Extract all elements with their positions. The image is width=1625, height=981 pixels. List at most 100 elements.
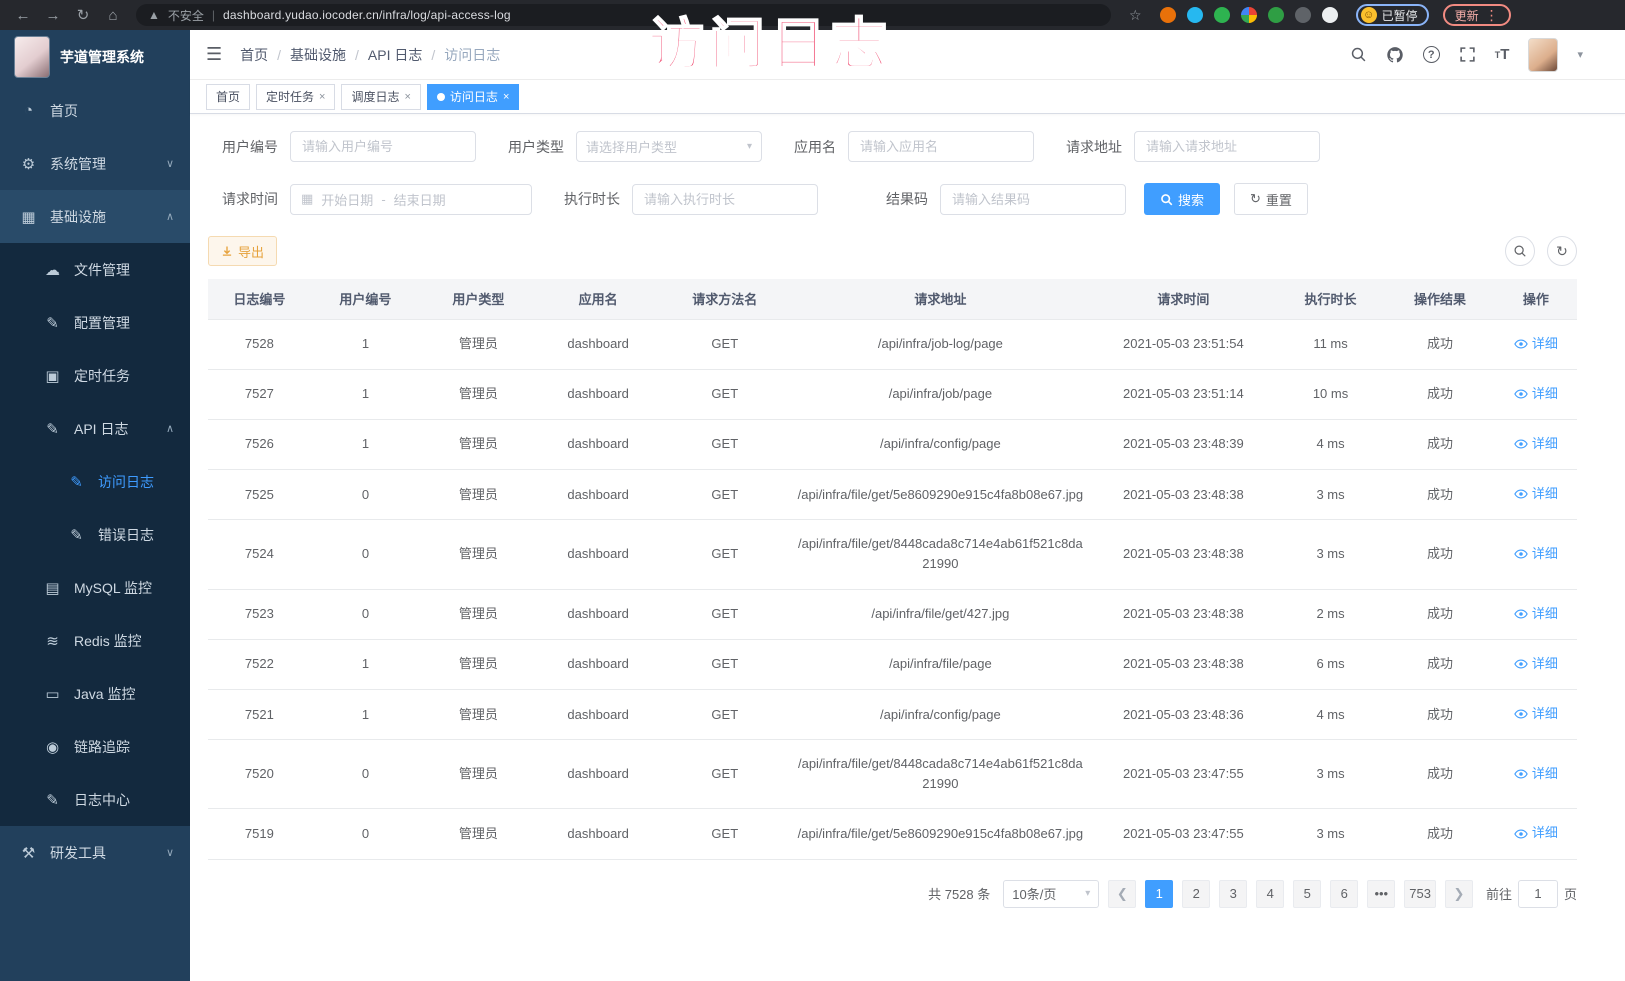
browser-menu-icon[interactable]: ⋮ (1485, 7, 1499, 24)
page-button[interactable]: 1 (1145, 880, 1173, 908)
tab-item[interactable]: 调度日志× (341, 84, 420, 110)
forward-icon[interactable]: → (40, 7, 66, 24)
java-icon: ▭ (44, 685, 61, 703)
sidebar-item-access-log[interactable]: ✎访问日志 (0, 455, 190, 508)
user-id-input[interactable] (290, 131, 476, 162)
page-button[interactable]: 3 (1219, 880, 1247, 908)
detail-link[interactable]: 详细 (1514, 604, 1558, 624)
page-size-select[interactable]: 10条/页 ▾ (1003, 880, 1099, 908)
prev-page-button[interactable]: ❮ (1108, 880, 1136, 908)
page-ellipsis[interactable]: ••• (1367, 880, 1395, 908)
search-button[interactable]: 搜索 (1144, 183, 1220, 215)
sidebar-item-infra[interactable]: ▦基础设施∧ (0, 190, 190, 243)
address-bar[interactable]: ▲ 不安全 | dashboard.yudao.iocoder.cn/infra… (136, 4, 1111, 26)
schedule-icon: ▣ (44, 367, 61, 385)
home-icon[interactable]: ⌂ (100, 7, 126, 24)
close-icon[interactable]: × (404, 91, 410, 103)
sidebar-item-error-log[interactable]: ✎错误日志 (0, 508, 190, 561)
sidebar-item-tools[interactable]: ⚒研发工具∨ (0, 826, 190, 879)
cell-result: 成功 (1385, 740, 1495, 809)
reset-button[interactable]: ↻ 重置 (1234, 183, 1308, 215)
sidebar-item-edit[interactable]: ✎配置管理 (0, 296, 190, 349)
detail-link[interactable]: 详细 (1514, 764, 1558, 784)
github-icon[interactable] (1386, 46, 1404, 64)
cell-time: 2021-05-03 23:48:39 (1091, 419, 1276, 469)
detail-link[interactable]: 详细 (1514, 823, 1558, 843)
sidebar-menu: ◔首页⚙系统管理∨▦基础设施∧☁文件管理✎配置管理▣定时任务✎API 日志∧✎访… (0, 84, 190, 879)
breadcrumb-item[interactable]: API 日志 (368, 45, 422, 65)
detail-link[interactable]: 详细 (1514, 544, 1558, 564)
cell-id: 7521 (208, 690, 311, 740)
reload-icon[interactable]: ↻ (70, 6, 96, 24)
fullscreen-icon[interactable] (1459, 46, 1476, 63)
sidebar-item-java[interactable]: ▭Java 监控 (0, 667, 190, 720)
collapse-menu-icon[interactable]: ☰ (206, 44, 222, 65)
export-button[interactable]: 导出 (208, 236, 277, 266)
cell-app: dashboard (537, 809, 660, 859)
page-button[interactable]: 5 (1293, 880, 1321, 908)
goto-page-input[interactable] (1518, 880, 1558, 908)
close-icon[interactable]: × (503, 91, 509, 103)
extension-green-check-icon[interactable] (1214, 7, 1230, 23)
help-icon[interactable]: ? (1423, 46, 1440, 63)
sidebar-item-home[interactable]: ◔首页 (0, 84, 190, 137)
result-code-input[interactable] (940, 184, 1126, 215)
breadcrumb-item[interactable]: 基础设施 (290, 45, 346, 65)
font-size-icon[interactable]: TT (1495, 46, 1510, 63)
refresh-table-icon[interactable]: ↻ (1547, 236, 1577, 266)
detail-link[interactable]: 详细 (1514, 654, 1558, 674)
bookmark-star-icon[interactable]: ☆ (1129, 7, 1142, 24)
extension-grid-icon[interactable] (1241, 7, 1257, 23)
user-type-select[interactable]: 请选择用户类型 ▾ (576, 131, 762, 162)
result-code-label: 结果码 (872, 189, 928, 209)
duration-input[interactable] (632, 184, 818, 215)
cell-duration: 4 ms (1276, 690, 1386, 740)
detail-link[interactable]: 详细 (1514, 434, 1558, 454)
user-avatar[interactable] (1528, 38, 1558, 72)
extension-orange-icon[interactable] (1160, 7, 1176, 23)
app-logo[interactable]: 芋道管理系统 (0, 30, 190, 84)
extension-star-icon[interactable] (1322, 7, 1338, 23)
page-button[interactable]: 6 (1330, 880, 1358, 908)
detail-link[interactable]: 详细 (1514, 484, 1558, 504)
cell-url: /api/infra/file/get/427.jpg (790, 589, 1091, 639)
detail-link[interactable]: 详细 (1514, 704, 1558, 724)
table-row: 75221管理员dashboardGET/api/infra/file/page… (208, 639, 1577, 689)
sidebar-item-label: 基础设施 (50, 207, 106, 227)
goto-label: 前往 (1486, 884, 1512, 903)
infra-icon: ▦ (20, 208, 37, 226)
tab-item[interactable]: 定时任务× (256, 84, 335, 110)
sidebar-item-trace-eye[interactable]: ◉链路追踪 (0, 720, 190, 773)
profile-paused-pill[interactable]: ☺ 已暂停 (1356, 4, 1429, 26)
sidebar-item-redis[interactable]: ≋Redis 监控 (0, 614, 190, 667)
search-icon[interactable] (1350, 46, 1367, 63)
browser-update-button[interactable]: 更新 ⋮ (1443, 4, 1511, 26)
sidebar-item-api-log[interactable]: ✎API 日志∧ (0, 402, 190, 455)
avatar-caret-icon[interactable]: ▾ (1577, 48, 1583, 61)
detail-link[interactable]: 详细 (1514, 384, 1558, 404)
page-button[interactable]: 4 (1256, 880, 1284, 908)
sidebar-item-cloud-upload[interactable]: ☁文件管理 (0, 243, 190, 296)
show-search-toggle-icon[interactable] (1505, 236, 1535, 266)
sidebar-item-mysql[interactable]: ▤MySQL 监控 (0, 561, 190, 614)
sidebar-item-schedule[interactable]: ▣定时任务 (0, 349, 190, 402)
request-url-input[interactable] (1134, 131, 1320, 162)
extension-shield-icon[interactable] (1187, 7, 1203, 23)
extension-dark-icon[interactable] (1295, 7, 1311, 23)
cell-method: GET (660, 690, 790, 740)
extension-translate-icon[interactable] (1268, 7, 1284, 23)
tab-item[interactable]: 首页 (206, 84, 250, 110)
tab-active[interactable]: 访问日志× (427, 84, 519, 110)
sidebar-item-gear[interactable]: ⚙系统管理∨ (0, 137, 190, 190)
cell-result: 成功 (1385, 369, 1495, 419)
sidebar-item-log-center[interactable]: ✎日志中心 (0, 773, 190, 826)
page-button[interactable]: 753 (1404, 880, 1436, 908)
back-icon[interactable]: ← (10, 7, 36, 24)
next-page-button[interactable]: ❯ (1445, 880, 1473, 908)
detail-link[interactable]: 详细 (1514, 334, 1558, 354)
app-name-input[interactable] (848, 131, 1034, 162)
close-icon[interactable]: × (319, 91, 325, 103)
request-time-range-picker[interactable]: ▦ 开始日期 - 结束日期 (290, 184, 532, 215)
breadcrumb-item[interactable]: 首页 (240, 45, 268, 65)
page-button[interactable]: 2 (1182, 880, 1210, 908)
